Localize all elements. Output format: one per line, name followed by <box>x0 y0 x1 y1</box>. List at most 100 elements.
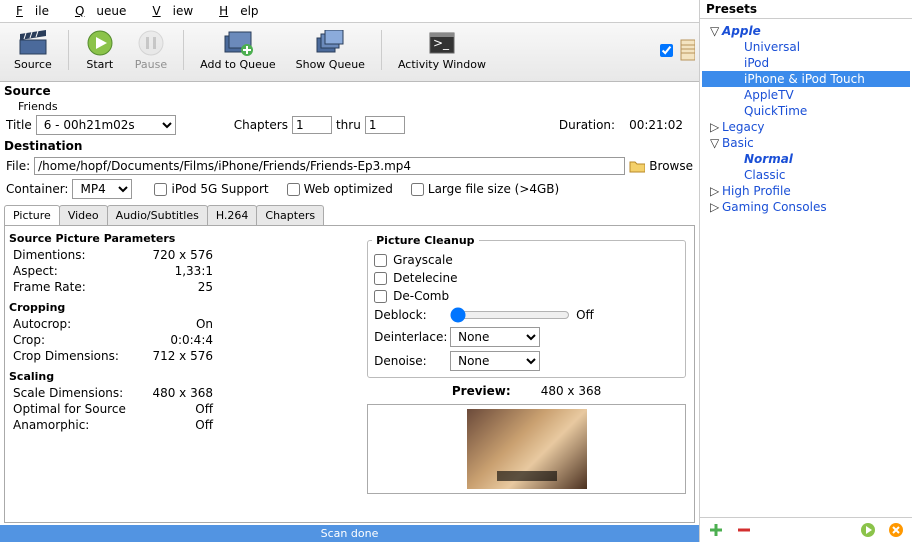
toolbar: Source Start Pause Add to Queue Sh <box>0 23 699 82</box>
picture-cleanup-title: Picture Cleanup <box>372 234 478 247</box>
detelecine-checkbox[interactable] <box>374 272 387 285</box>
terminal-icon: >_ <box>427 29 457 57</box>
cropdim-label: Crop Dimensions: <box>13 349 133 363</box>
large-file-checkbox[interactable] <box>411 183 424 196</box>
decomb-checkbox[interactable] <box>374 290 387 303</box>
preset-folder-apple[interactable]: ▽ Apple <box>702 23 910 39</box>
title-select[interactable]: 6 - 00h21m02s <box>36 115 176 135</box>
framerate-label: Frame Rate: <box>13 280 133 294</box>
chapter-from-input[interactable] <box>292 116 332 134</box>
preview-box <box>367 404 686 494</box>
duration-label: Duration: <box>559 118 615 132</box>
activity-window-button[interactable]: >_ Activity Window <box>388 27 496 73</box>
picture-cleanup-fieldset: Picture Cleanup Grayscale Detelecine De-… <box>367 234 686 378</box>
remove-preset-button[interactable] <box>736 522 752 538</box>
pause-button[interactable]: Pause <box>125 27 177 73</box>
folder-open-icon <box>629 158 645 174</box>
preset-folder-gaming-consoles[interactable]: ▷ Gaming Consoles <box>702 199 910 215</box>
deinterlace-label: Deinterlace: <box>374 330 444 344</box>
source-picture-parameters-title: Source Picture Parameters <box>9 230 363 247</box>
thru-label: thru <box>336 118 361 132</box>
add-preset-button[interactable] <box>708 522 724 538</box>
preset-item-classic[interactable]: Classic <box>702 167 910 183</box>
large-file-label: Large file size (>4GB) <box>428 182 559 196</box>
denoise-select[interactable]: None <box>450 351 540 371</box>
autocrop-value: On <box>133 317 213 331</box>
tab-video[interactable]: Video <box>59 205 108 225</box>
tab-h264[interactable]: H.264 <box>207 205 258 225</box>
add-to-queue-button[interactable]: Add to Queue <box>190 27 285 73</box>
film-clapboard-icon <box>18 29 48 57</box>
anamorphic-value: Off <box>133 418 213 432</box>
grayscale-checkbox[interactable] <box>374 254 387 267</box>
anamorphic-label: Anamorphic: <box>13 418 133 432</box>
add-queue-icon <box>223 29 253 57</box>
dimensions-value: 720 x 576 <box>133 248 213 262</box>
web-optimized-label: Web optimized <box>304 182 393 196</box>
menu-help[interactable]: Help <box>207 2 270 20</box>
apply-preset-button[interactable] <box>860 522 876 538</box>
cropdim-value: 712 x 576 <box>133 349 213 363</box>
play-icon <box>85 29 115 57</box>
grayscale-label: Grayscale <box>393 253 453 267</box>
statusbar: Scan done <box>0 525 699 542</box>
source-button[interactable]: Source <box>4 27 62 73</box>
scaling-title: Scaling <box>9 368 363 385</box>
menubar: File Queue View Help <box>0 0 699 23</box>
browse-button[interactable]: Browse <box>649 159 693 173</box>
framerate-value: 25 <box>133 280 213 294</box>
preview-dimensions: 480 x 368 <box>541 384 602 398</box>
preset-folder-high-profile[interactable]: ▷ High Profile <box>702 183 910 199</box>
aspect-value: 1,33:1 <box>133 264 213 278</box>
preset-item-ipod[interactable]: iPod <box>702 55 910 71</box>
web-optimized-checkbox[interactable] <box>287 183 300 196</box>
preset-item-quicktime[interactable]: QuickTime <box>702 103 910 119</box>
menu-view[interactable]: View <box>140 2 205 20</box>
svg-text:>_: >_ <box>433 36 450 50</box>
toggle-presets-checkbox[interactable] <box>660 44 673 57</box>
decomb-label: De-Comb <box>393 289 449 303</box>
preset-item-universal[interactable]: Universal <box>702 39 910 55</box>
tabs: Picture Video Audio/Subtitles H.264 Chap… <box>0 201 699 225</box>
deinterlace-select[interactable]: None <box>450 327 540 347</box>
menu-file[interactable]: File <box>4 2 61 20</box>
deblock-slider[interactable] <box>450 307 570 323</box>
preview-thumbnail <box>467 409 587 489</box>
crop-label: Crop: <box>13 333 133 347</box>
preset-item-appletv[interactable]: AppleTV <box>702 87 910 103</box>
file-label: File: <box>6 159 30 173</box>
show-queue-button[interactable]: Show Queue <box>286 27 375 73</box>
show-queue-icon <box>315 29 345 57</box>
presets-tree: ▽ AppleUniversaliPodiPhone & iPod TouchA… <box>700 19 912 517</box>
title-label: Title <box>6 118 32 132</box>
pause-icon <box>136 29 166 57</box>
chapter-to-input[interactable] <box>365 116 405 134</box>
destination-section-title: Destination <box>0 137 699 155</box>
notebook-icon[interactable] <box>679 42 695 58</box>
presets-toolbar <box>700 517 912 542</box>
reset-preset-button[interactable] <box>888 522 904 538</box>
source-section-title: Source <box>0 82 699 100</box>
cropping-title: Cropping <box>9 299 363 316</box>
duration-value: 00:21:02 <box>629 118 683 132</box>
aspect-label: Aspect: <box>13 264 133 278</box>
container-select[interactable]: MP4 <box>72 179 132 199</box>
preset-folder-basic[interactable]: ▽ Basic <box>702 135 910 151</box>
preview-label: Preview: <box>452 384 511 398</box>
optimal-value: Off <box>133 402 213 416</box>
deblock-label: Deblock: <box>374 308 444 322</box>
tab-chapters[interactable]: Chapters <box>256 205 324 225</box>
ipod-5g-checkbox[interactable] <box>154 183 167 196</box>
file-input[interactable] <box>34 157 625 175</box>
start-button[interactable]: Start <box>75 27 125 73</box>
tab-picture[interactable]: Picture <box>4 205 60 225</box>
preset-item-normal[interactable]: Normal <box>702 151 910 167</box>
ipod-5g-label: iPod 5G Support <box>171 182 268 196</box>
container-label: Container: <box>6 182 68 196</box>
tab-audio-subtitles[interactable]: Audio/Subtitles <box>107 205 208 225</box>
preset-item-iphone-ipod-touch[interactable]: iPhone & iPod Touch <box>702 71 910 87</box>
menu-queue[interactable]: Queue <box>63 2 138 20</box>
presets-title: Presets <box>700 0 912 19</box>
scaledim-value: 480 x 368 <box>133 386 213 400</box>
preset-folder-legacy[interactable]: ▷ Legacy <box>702 119 910 135</box>
